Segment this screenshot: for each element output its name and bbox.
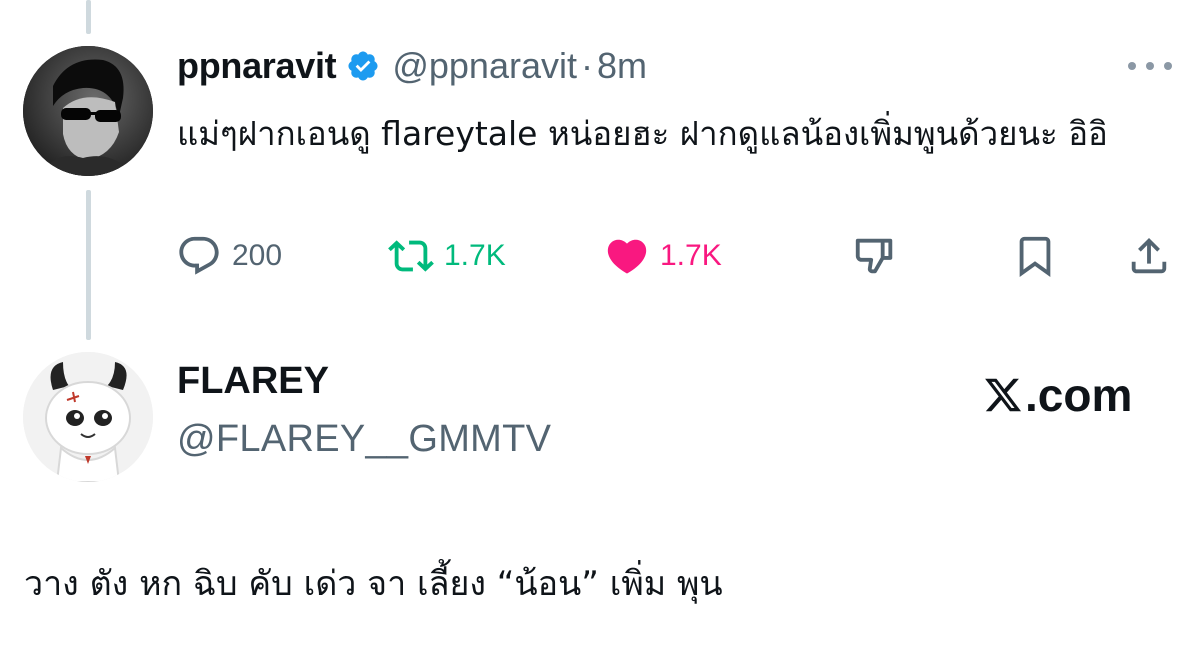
bookmark-icon	[1019, 236, 1051, 277]
like-icon	[607, 239, 647, 274]
share-icon	[1131, 237, 1167, 274]
thread-line-connector	[86, 190, 91, 340]
x-com-text: .com	[1025, 369, 1133, 421]
reply-text: วาง ตัง หก ฉิบ คับ เด่ว จา เลี้ยง “น้อน”…	[24, 564, 723, 604]
handle[interactable]: @ppnaravit	[392, 45, 577, 87]
action-bar: 200 1.7K 1.7K	[176, 230, 1176, 282]
separator-dot: ·	[580, 45, 593, 86]
reply-count: 200	[232, 239, 283, 272]
tweet-header: ppnaravit @ppnaravit · 8m	[177, 44, 647, 88]
bookmark-button[interactable]	[1012, 230, 1058, 282]
verified-icon	[346, 49, 380, 83]
x-logo-icon	[985, 378, 1022, 412]
reply-icon	[179, 236, 219, 275]
like-count: 1.7K	[660, 239, 722, 272]
reply-button[interactable]: 200	[176, 230, 282, 282]
x-com-brand: .com	[983, 368, 1132, 422]
reply-handle[interactable]: @FLAREY__GMMTV	[177, 418, 551, 461]
avatar-flarey[interactable]	[23, 352, 153, 482]
avatar-photo	[23, 46, 153, 176]
like-button[interactable]: 1.7K	[604, 230, 722, 282]
more-icon[interactable]	[1128, 54, 1172, 78]
timestamp[interactable]: 8m	[597, 45, 647, 87]
dislike-button[interactable]	[852, 230, 898, 282]
tweet-text: แม่ๆฝากเอนดู flareytale หน่อยฮะ ฝากดูแลน…	[177, 114, 1108, 153]
retweet-icon	[388, 240, 434, 272]
mascot-avatar-icon	[23, 352, 153, 482]
share-button[interactable]	[1126, 230, 1172, 282]
dislike-icon	[855, 238, 893, 274]
reply-display-name[interactable]: FLAREY	[177, 360, 329, 403]
retweet-count: 1.7K	[444, 239, 506, 272]
avatar-ppnaravit[interactable]	[23, 46, 153, 176]
thread-line-top	[86, 0, 91, 34]
retweet-button[interactable]: 1.7K	[388, 230, 506, 282]
display-name[interactable]: ppnaravit	[177, 45, 337, 87]
